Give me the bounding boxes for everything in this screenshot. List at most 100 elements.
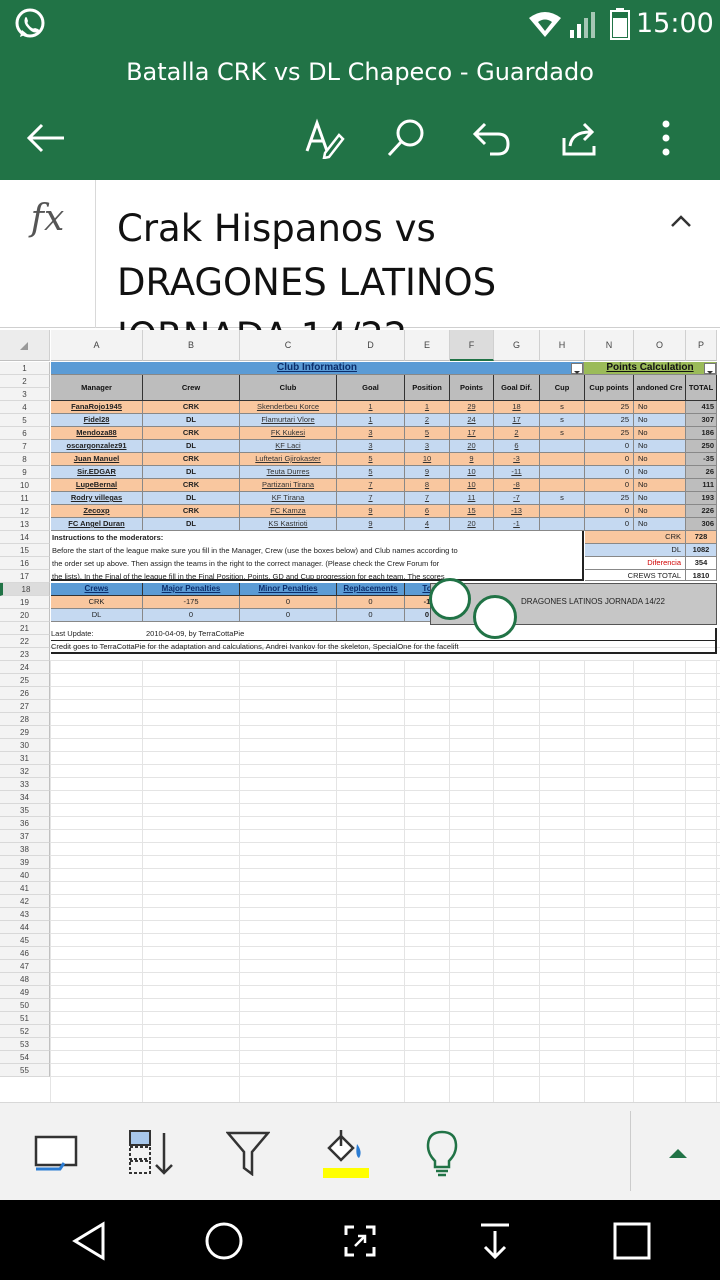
table-cell[interactable]: -7	[494, 492, 540, 505]
column-header-f[interactable]: F	[450, 330, 494, 361]
table-cell[interactable]: No	[634, 518, 686, 531]
table-cell[interactable]: 3	[337, 440, 405, 453]
table-cell[interactable]: 17	[450, 427, 494, 440]
row-header[interactable]: 3	[0, 388, 50, 401]
table-cell[interactable]: DL	[143, 414, 240, 427]
crews-table-header[interactable]: Crews	[51, 583, 143, 596]
search-button[interactable]	[382, 114, 430, 162]
share-button[interactable]	[556, 114, 604, 162]
row-header[interactable]: 6	[0, 427, 50, 440]
table-cell[interactable]: 9	[337, 518, 405, 531]
last-update-value[interactable]: 2010-04-09, by TerraCottaPie	[146, 628, 717, 641]
row-header[interactable]: 33	[0, 778, 50, 791]
row-header[interactable]: 7	[0, 440, 50, 453]
column-header-h[interactable]: H	[540, 330, 585, 361]
table-cell[interactable]: -3	[494, 453, 540, 466]
row-header[interactable]: 30	[0, 739, 50, 752]
table-cell[interactable]: 1	[337, 401, 405, 414]
table-cell[interactable]: 26	[686, 466, 717, 479]
row-header[interactable]: 20	[0, 609, 50, 622]
crews-table-cell[interactable]: 0	[337, 596, 405, 609]
dl-total-label[interactable]: DL	[585, 544, 686, 557]
table-cell[interactable]: 20	[450, 440, 494, 453]
row-header[interactable]: 48	[0, 973, 50, 986]
table-cell[interactable]: 7	[337, 492, 405, 505]
manager-cell[interactable]: Fidel28	[51, 414, 143, 427]
column-header-b[interactable]: B	[143, 330, 240, 361]
table-cell[interactable]: 7	[337, 479, 405, 492]
row-header[interactable]: 8	[0, 453, 50, 466]
row-header[interactable]: 36	[0, 817, 50, 830]
row-header[interactable]: 11	[0, 492, 50, 505]
table-cell[interactable]	[540, 479, 585, 492]
table-cell[interactable]: 307	[686, 414, 717, 427]
club-table-header[interactable]: Club	[240, 375, 337, 401]
expand-ribbon-button[interactable]	[650, 1127, 706, 1179]
manager-cell[interactable]: oscargonzalez91	[51, 440, 143, 453]
table-cell[interactable]: 6	[405, 505, 450, 518]
crews-table-cell[interactable]: 0	[337, 609, 405, 622]
table-cell[interactable]	[540, 453, 585, 466]
table-cell[interactable]: 415	[686, 401, 717, 414]
row-header[interactable]: 38	[0, 843, 50, 856]
row-header[interactable]: 5	[0, 414, 50, 427]
table-cell[interactable]: DL	[143, 492, 240, 505]
row-header[interactable]: 27	[0, 700, 50, 713]
crews-total-value[interactable]: 1810	[686, 570, 717, 581]
column-header-c[interactable]: C	[240, 330, 337, 361]
table-cell[interactable]: -35	[686, 453, 717, 466]
table-cell[interactable]: No	[634, 479, 686, 492]
table-cell[interactable]: 111	[686, 479, 717, 492]
table-cell[interactable]: Flamurtari Vlore	[240, 414, 337, 427]
crews-table-cell[interactable]: DL	[51, 609, 143, 622]
table-cell[interactable]: 25	[585, 492, 634, 505]
table-cell[interactable]: 25	[585, 401, 634, 414]
row-header[interactable]: 14	[0, 531, 50, 544]
table-cell[interactable]: s	[540, 401, 585, 414]
row-header[interactable]: 29	[0, 726, 50, 739]
filter-dropdown-club[interactable]	[571, 363, 583, 374]
table-cell[interactable]: -11	[494, 466, 540, 479]
table-cell[interactable]: Skenderbeu Korce	[240, 401, 337, 414]
club-table-header[interactable]: Cup points	[585, 375, 634, 401]
spreadsheet-grid[interactable]: ABCDEFGHNOP 1 2 3 4 5 6 7 8 9 10 11 12 13 14 15 16 17 18 1…	[0, 330, 720, 1102]
table-cell[interactable]	[540, 440, 585, 453]
row-header[interactable]: 22	[0, 635, 50, 648]
row-header[interactable]: 42	[0, 895, 50, 908]
table-cell[interactable]: 0	[585, 479, 634, 492]
select-all-corner[interactable]	[0, 330, 50, 361]
table-cell[interactable]: 10	[450, 466, 494, 479]
table-cell[interactable]: -1	[494, 518, 540, 531]
crews-total-label[interactable]: CREWS TOTAL	[585, 570, 686, 581]
row-header[interactable]: 47	[0, 960, 50, 973]
nav-download-button[interactable]	[470, 1216, 520, 1266]
table-cell[interactable]: 1	[405, 401, 450, 414]
table-cell[interactable]: 11	[450, 492, 494, 505]
manager-cell[interactable]: Sir.EDGAR	[51, 466, 143, 479]
table-cell[interactable]: s	[540, 492, 585, 505]
table-cell[interactable]: No	[634, 414, 686, 427]
table-cell[interactable]: DL	[143, 466, 240, 479]
crews-table-cell[interactable]: 0	[143, 609, 240, 622]
club-table-header[interactable]: Cup	[540, 375, 585, 401]
table-cell[interactable]: 226	[686, 505, 717, 518]
crews-table-header[interactable]: Major Penalties	[143, 583, 240, 596]
club-table-header[interactable]: Goal	[337, 375, 405, 401]
manager-cell[interactable]: LupeBernal	[51, 479, 143, 492]
table-cell[interactable]: KS Kastrioti	[240, 518, 337, 531]
cell-edit-button[interactable]	[28, 1127, 84, 1179]
dl-total-value[interactable]: 1082	[686, 544, 717, 557]
table-cell[interactable]: 0	[585, 518, 634, 531]
row-header[interactable]: 17	[0, 570, 50, 583]
table-cell[interactable]: 250	[686, 440, 717, 453]
table-cell[interactable]: DL	[143, 518, 240, 531]
table-cell[interactable]: 24	[450, 414, 494, 427]
column-header-o[interactable]: O	[634, 330, 686, 361]
column-header-n[interactable]: N	[585, 330, 634, 361]
table-cell[interactable]: 5	[337, 453, 405, 466]
column-header-a[interactable]: A	[51, 330, 143, 361]
table-cell[interactable]: 29	[450, 401, 494, 414]
table-cell[interactable]: 0	[585, 466, 634, 479]
table-cell[interactable]: s	[540, 414, 585, 427]
table-cell[interactable]: Partizani Tirana	[240, 479, 337, 492]
